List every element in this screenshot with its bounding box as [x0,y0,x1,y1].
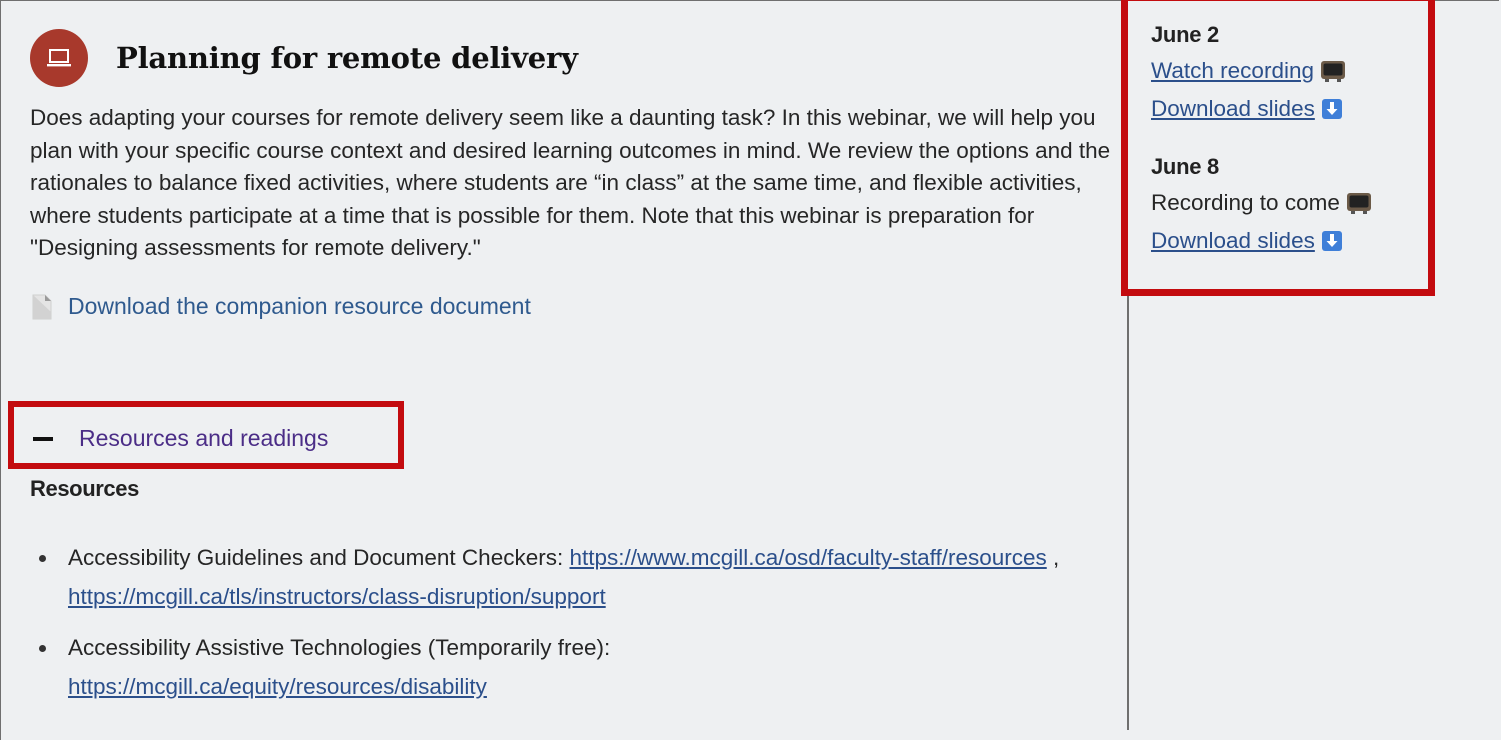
session-item: June 8 Recording to come Download slides [1151,150,1421,260]
resources-toggle[interactable]: Resources and readings [33,425,328,452]
session-recording: Recording to come [1151,184,1421,222]
list-item: Accessibility Assistive Technologies (Te… [39,628,1158,706]
watch-recording-link[interactable]: Watch recording [1151,52,1314,90]
course-title: Planning for remote delivery [116,41,578,75]
session-slides: Download slides [1151,222,1421,260]
list-item: Accessibility Guidelines and Document Ch… [39,538,1158,616]
down-arrow-icon [1321,230,1343,252]
minus-icon[interactable] [33,436,53,441]
resources-list: Accessibility Guidelines and Document Ch… [30,538,1158,718]
course-description: Does adapting your courses for remote de… [30,105,1111,260]
resource-link[interactable]: https://mcgill.ca/tls/instructors/class-… [68,584,606,609]
session-slides: Download slides [1151,90,1421,128]
companion-resource-link[interactable]: Download the companion resource document [30,287,1115,327]
resource-separator: , [1046,545,1060,570]
laptop-icon [30,29,88,87]
down-arrow-icon [1321,98,1343,120]
session-date: June 2 [1151,22,1219,47]
download-slides-link[interactable]: Download slides [1151,90,1315,128]
course-header: Planning for remote delivery [30,20,1115,96]
download-slides-link[interactable]: Download slides [1151,222,1315,260]
resource-link[interactable]: https://www.mcgill.ca/osd/faculty-staff/… [569,545,1046,570]
session-date: June 8 [1151,154,1219,179]
session-recording: Watch recording [1151,52,1421,90]
sessions-sidebar: June 2 Watch recording Download slides J… [1151,18,1421,282]
course-main: Planning for remote delivery Does adapti… [30,20,1115,327]
resource-text: Accessibility Guidelines and Document Ch… [68,545,570,570]
resource-text: Accessibility Assistive Technologies (Te… [68,635,611,660]
television-icon [1320,59,1346,83]
television-icon [1346,191,1372,215]
session-item: June 2 Watch recording Download slides [1151,18,1421,128]
document-icon [30,294,56,320]
recording-status: Recording to come [1151,190,1340,215]
resources-toggle-label[interactable]: Resources and readings [79,425,328,452]
resources-heading: Resources [30,476,139,501]
companion-resource-label[interactable]: Download the companion resource document [68,293,531,320]
resource-link[interactable]: https://mcgill.ca/equity/resources/disab… [68,674,487,699]
